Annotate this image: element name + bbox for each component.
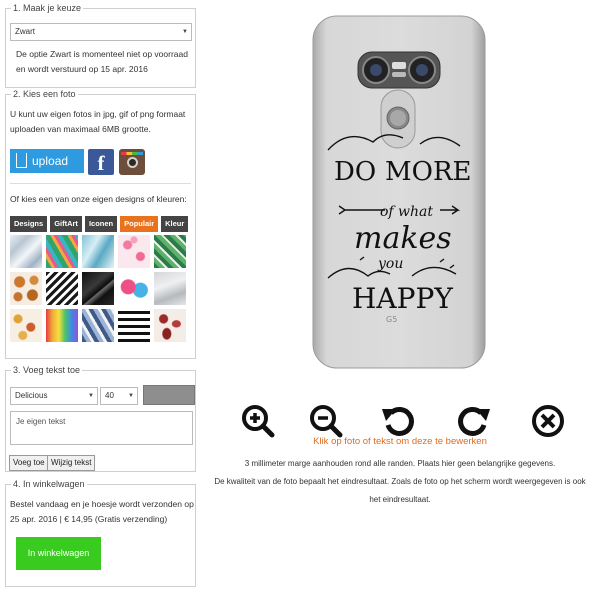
- custom-text-placeholder: Je eigen tekst: [16, 417, 66, 426]
- design-thumbnail-lips[interactable]: [154, 309, 186, 342]
- design-thumbnail-tropical-leaves[interactable]: [154, 235, 186, 268]
- phone-case-preview[interactable]: DO MORE of what makes you HAPPY G5: [300, 10, 500, 375]
- upload-button-label: upload: [32, 154, 69, 168]
- design-thumbnail-pizza[interactable]: [10, 309, 42, 342]
- stock-note: De optie Zwart is momenteel niet op voor…: [16, 49, 188, 74]
- step2-panel: 2. Kies een foto U kunt uw eigen fotos i…: [5, 89, 196, 359]
- edit-text-button[interactable]: Wijzig tekst: [47, 455, 96, 471]
- design-thumbnail-hearts[interactable]: [118, 272, 150, 305]
- design-thumbnail-flamingos[interactable]: [118, 235, 150, 268]
- chevron-down-icon: ▼: [88, 393, 94, 399]
- tab-kleur[interactable]: Kleur: [161, 216, 189, 232]
- quality-note-line2: het eindresultaat.: [369, 495, 431, 504]
- design-thumbnail-black-marble[interactable]: [82, 272, 114, 305]
- step3-panel: 3. Voeg tekst toe Delicious ▼ 40 ▼ Je ei…: [5, 365, 196, 472]
- svg-text:makes: makes: [354, 221, 452, 256]
- font-select-value: Delicious: [15, 391, 48, 400]
- divider: [10, 183, 191, 184]
- tab-giftart[interactable]: GiftArt: [50, 216, 82, 232]
- step1-panel: 1. Maak je keuze Zwart ▼ De optie Zwart …: [5, 3, 196, 88]
- font-select[interactable]: Delicious ▼: [10, 387, 98, 405]
- design-thumbnail-grey-marble[interactable]: [154, 272, 186, 305]
- order-info: Bestel vandaag en je hoesje wordt verzon…: [10, 499, 194, 524]
- design-thumbnail-blue-marble[interactable]: [82, 235, 114, 268]
- phone-model-label: G5: [386, 315, 397, 324]
- designs-prompt: Of kies een van onze eigen designs of kl…: [10, 194, 187, 204]
- color-select[interactable]: Zwart ▼: [10, 23, 192, 41]
- chevron-down-icon: ▼: [182, 29, 188, 35]
- custom-text-input[interactable]: Je eigen tekst: [10, 411, 193, 445]
- chevron-down-icon: ▼: [128, 393, 134, 399]
- svg-text:HAPPY: HAPPY: [352, 282, 453, 315]
- size-select-value: 40: [105, 391, 114, 400]
- tab-designs[interactable]: Designs: [10, 216, 48, 232]
- step1-legend: 1. Maak je keuze: [11, 3, 84, 14]
- add-to-cart-button[interactable]: In winkelwagen: [16, 537, 101, 570]
- facebook-icon[interactable]: f: [88, 149, 114, 175]
- size-select[interactable]: 40 ▼: [100, 387, 138, 405]
- upload-button[interactable]: upload: [10, 149, 84, 173]
- add-text-button[interactable]: Voeg toe: [9, 455, 49, 471]
- step3-legend: 3. Voeg tekst toe: [11, 365, 83, 376]
- edit-hint: Klik op foto of tekst om deze te bewerke…: [313, 436, 487, 447]
- svg-text:MORE: MORE: [385, 157, 472, 187]
- design-thumbnail-brush-stripes[interactable]: [118, 309, 150, 342]
- text-color-swatch[interactable]: [143, 385, 195, 405]
- design-thumbnail-paint-drips[interactable]: [46, 309, 78, 342]
- svg-text:DO: DO: [334, 157, 376, 187]
- margin-note: 3 millimeter marge aanhouden rond alle r…: [244, 459, 556, 468]
- instagram-icon[interactable]: [119, 149, 145, 175]
- design-thumbnail-palm-leaves[interactable]: [46, 235, 78, 268]
- design-thumbnail-chevron[interactable]: [46, 272, 78, 305]
- design-thumbnail-triangles[interactable]: [82, 309, 114, 342]
- step2-legend: 2. Kies een foto: [11, 89, 78, 100]
- color-select-value: Zwart: [15, 27, 35, 36]
- svg-text:you: you: [377, 256, 403, 272]
- tab-iconen[interactable]: Iconen: [84, 216, 118, 232]
- design-thumbnail-marble[interactable]: [10, 235, 42, 268]
- quality-note-line1: De kwaliteit van de foto bepaalt het ein…: [214, 477, 586, 486]
- step4-panel: 4. In winkelwagen Bestel vandaag en je h…: [5, 479, 196, 587]
- design-thumbnail-grid: [10, 235, 190, 342]
- step4-legend: 4. In winkelwagen: [11, 479, 87, 490]
- tab-populair[interactable]: Populair: [120, 216, 159, 232]
- design-tabs: Designs GiftArt Iconen Populair Kleur: [10, 216, 189, 232]
- design-thumbnail-croissants[interactable]: [10, 272, 42, 305]
- upload-icon: [16, 153, 27, 168]
- svg-text:of what: of what: [380, 204, 433, 220]
- upload-description: U kunt uw eigen fotos in jpg, gif of png…: [10, 109, 186, 134]
